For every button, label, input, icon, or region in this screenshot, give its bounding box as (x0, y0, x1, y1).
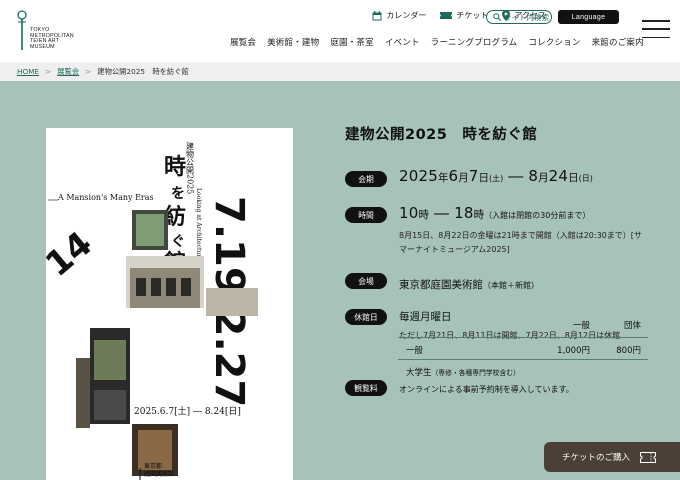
hours-value: 10時 ― 18時（入館は閉館の30分前まで） (399, 204, 591, 222)
hours-extra: 8月15日、8月22日の金曜は21時まで開館（入館は20:30まで）[サマーナイ… (399, 231, 642, 254)
venue-value: 東京都庭園美術館（本館＋新館） (399, 279, 539, 291)
language-button[interactable]: Language (558, 10, 619, 24)
poster-title-char: を (171, 186, 185, 202)
nav-visit[interactable]: 来館のご案内 (592, 36, 644, 48)
breadcrumb: HOME > 展覧会 > 建物公開2025 時を紡ぐ館 (0, 62, 680, 81)
search-icon (493, 13, 501, 21)
calendar-icon (372, 10, 382, 20)
hours-label: 時間 (345, 207, 387, 223)
site-search-button[interactable]: サイト内検索 (486, 10, 552, 24)
menu-icon[interactable] (642, 20, 670, 38)
poster-series: 建物公開2025 (186, 141, 195, 194)
calendar-link[interactable]: カレンダー (372, 10, 426, 21)
logo-mark-icon (17, 10, 27, 50)
poster-title-char: 時 (164, 155, 186, 180)
poster-artwork: 建物公開2025 Looking at Architecture 2025 時 … (46, 141, 258, 480)
exhibition-poster: 建物公開2025 Looking at Architecture 2025 時 … (46, 128, 293, 480)
breadcrumb-separator: > (85, 67, 92, 76)
poster-number-left: 14 (46, 224, 100, 285)
breadcrumb-separator: > (45, 67, 52, 76)
menu-bar (642, 36, 670, 38)
fee-row-label: 大学生（専修・各種専門学校含む） (406, 368, 520, 378)
fee-intro: オンラインによる事前予約制を導入しています。 (399, 385, 574, 394)
ticket-icon (640, 451, 657, 463)
nav-events[interactable]: イベント (385, 36, 420, 48)
period-value: 2025年6月7日(土) ― 8月24日(日) (399, 167, 593, 185)
poster-museum: 庭園美術館 (144, 470, 174, 478)
fee-row-general: 1,000円 (557, 346, 590, 356)
fee-header-general: 一般 (572, 321, 590, 331)
ticket-link[interactable]: チケット (440, 10, 488, 21)
venue-label: 会場 (345, 273, 387, 289)
breadcrumb-home[interactable]: HOME (17, 67, 39, 76)
exhibition-main: 建物公開2025 Looking at Architecture 2025 時 … (0, 81, 680, 480)
fee-table-header: 一般 団体 (398, 319, 648, 337)
museum-logo[interactable]: TOKYO METROPOLITAN TEIEN ART MUSEUM (16, 10, 86, 54)
main-nav: 展覧会 美術館・建物 庭園・茶室 イベント ラーニングプログラム コレクション … (230, 36, 644, 48)
period-label: 会期 (345, 171, 387, 187)
nav-learning[interactable]: ラーニングプログラム (431, 36, 518, 48)
fee-label: 観覧料 (345, 380, 387, 396)
menu-bar (642, 28, 670, 30)
poster-dates: 2025.6.7[土] ― 8.24[日] (134, 405, 241, 417)
nav-exhibitions[interactable]: 展覧会 (230, 36, 256, 48)
fee-row-group: 800円 (616, 346, 641, 356)
site-header: TOKYO METROPOLITAN TEIEN ART MUSEUM カレンダ… (0, 0, 680, 62)
table-row: 一般 1,000円 800円 (398, 337, 648, 359)
exhibition-title: 建物公開2025 時を紡ぐ館 (345, 127, 538, 143)
logo-wordmark: TOKYO METROPOLITAN TEIEN ART MUSEUM (30, 27, 74, 50)
fee-row-label: 一般 (406, 346, 424, 356)
menu-bar (642, 20, 670, 22)
closed-label: 休館日 (345, 309, 387, 325)
poster-museum: 東京都 (144, 462, 162, 470)
nav-collection[interactable]: コレクション (528, 36, 580, 48)
breadcrumb-current: 建物公開2025 時を紡ぐ館 (97, 66, 189, 76)
fee-header-group: 団体 (623, 321, 641, 331)
nav-museum-building[interactable]: 美術館・建物 (267, 36, 319, 48)
buy-ticket-button[interactable]: チケットのご購入 (544, 442, 680, 472)
nav-garden-teahouse[interactable]: 庭園・茶室 (330, 36, 374, 48)
table-row: 大学生（専修・各種専門学校含む） (398, 359, 648, 381)
poster-title-char: ぐ (171, 234, 185, 250)
ticket-icon (440, 12, 453, 19)
poster-tagline: A Mansion's Many Eras (57, 193, 154, 202)
breadcrumb-exhibitions[interactable]: 展覧会 (57, 67, 79, 77)
